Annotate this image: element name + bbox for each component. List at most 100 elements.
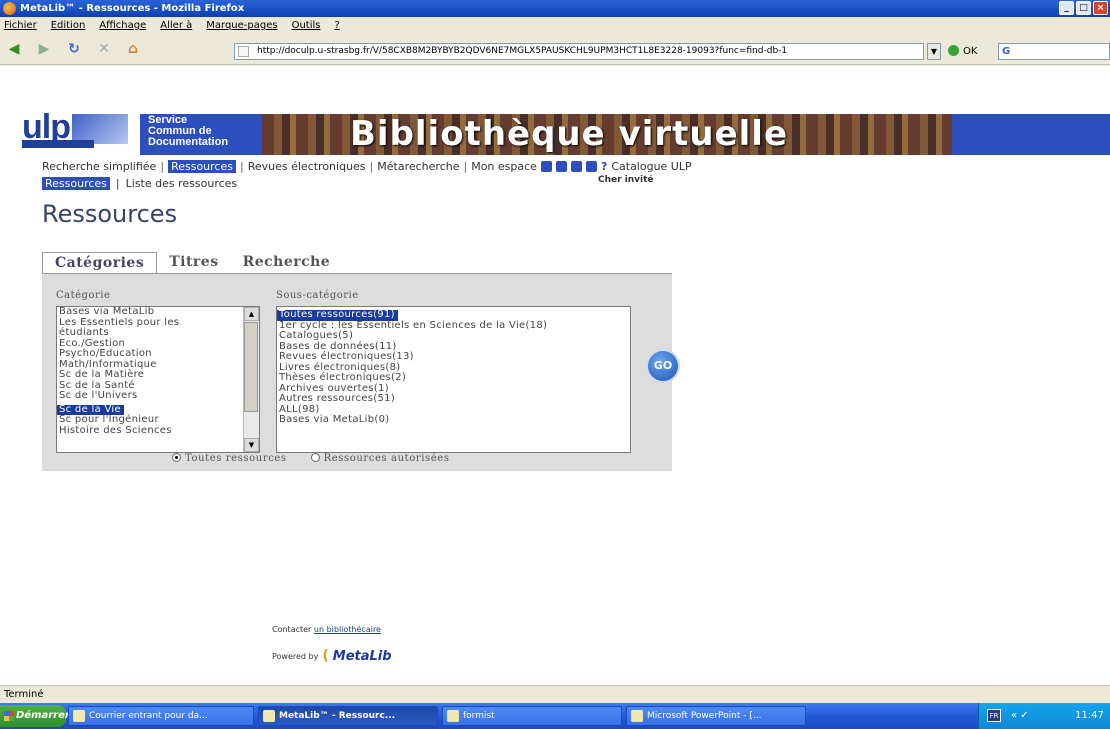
task-label: MetaLib™ - Ressourc... bbox=[279, 711, 396, 721]
radio-authorized-icon[interactable] bbox=[310, 453, 320, 462]
category-label: Catégorie bbox=[56, 290, 111, 301]
top-navigation: Recherche simplifiée | Ressources | Revu… bbox=[42, 160, 692, 173]
close-button[interactable]: × bbox=[1093, 1, 1108, 15]
scroll-down-icon[interactable]: ▼ bbox=[244, 438, 259, 452]
url-dropdown-icon[interactable]: ▼ bbox=[927, 43, 941, 60]
subnav-ressources[interactable]: Ressources bbox=[42, 177, 110, 190]
nav-separator: | bbox=[239, 160, 244, 173]
basket-icon[interactable] bbox=[585, 161, 597, 172]
radio-all-icon[interactable] bbox=[172, 453, 181, 462]
category-option[interactable]: étudiants bbox=[57, 327, 259, 339]
scroll-up-icon[interactable]: ▲ bbox=[244, 307, 259, 321]
tab-categories[interactable]: Catégories bbox=[42, 252, 158, 274]
subcategory-option[interactable]: Revues électroniques(13) bbox=[277, 351, 630, 363]
task-powerpoint[interactable]: Microsoft PowerPoint - [... bbox=[626, 706, 806, 726]
go-label: OK bbox=[963, 46, 978, 57]
mail-icon bbox=[73, 710, 85, 722]
category-option[interactable]: Sc pour l'Ingénieur bbox=[57, 414, 259, 426]
subcategory-option-selected[interactable]: Toutes ressources(91) bbox=[277, 309, 398, 321]
menu-bookmarks[interactable]: Marque-pages bbox=[206, 17, 277, 35]
subcategory-option[interactable]: Bases via MetaLib(0) bbox=[277, 414, 630, 426]
home-icon[interactable]: ⌂ bbox=[122, 38, 144, 60]
start-button[interactable]: Démarrer bbox=[0, 705, 70, 727]
sub-navigation: Ressources | Liste des ressources bbox=[42, 177, 237, 190]
powerpoint-icon bbox=[631, 710, 643, 722]
minimize-button[interactable]: _ bbox=[1059, 1, 1074, 15]
service-commun-label: Service Commun de Documentation bbox=[148, 115, 228, 148]
nav-recherche-simplifiee[interactable]: Recherche simplifiée bbox=[42, 160, 156, 173]
windows-taskbar: Démarrer Courrier entrant pour da... Met… bbox=[0, 703, 1110, 729]
page-content: ulp Service Commun de Documentation Bibl… bbox=[0, 66, 1110, 685]
stop-icon[interactable]: ✕ bbox=[93, 38, 115, 60]
menu-go[interactable]: Aller à bbox=[160, 17, 192, 35]
category-option[interactable]: Sc de l'Univers bbox=[57, 390, 259, 402]
scroll-thumb[interactable] bbox=[244, 322, 258, 412]
powered-by: Powered by ( MetaLib bbox=[272, 648, 392, 664]
metalib-logo[interactable]: MetaLib bbox=[333, 649, 392, 664]
nav-metarecherche[interactable]: Métarecherche bbox=[377, 160, 459, 173]
forward-icon[interactable]: ▶ bbox=[33, 38, 55, 60]
search-input[interactable]: G bbox=[998, 43, 1110, 60]
radio-all-resources[interactable]: Toutes ressources bbox=[172, 453, 287, 464]
subcategory-option[interactable]: Thèses électroniques(2) bbox=[277, 372, 630, 384]
tray-icons[interactable]: « ✓ bbox=[1011, 703, 1029, 729]
subnav-liste-ressources[interactable]: Liste des ressources bbox=[126, 177, 238, 190]
site-title: Bibliothèque virtuelle bbox=[350, 114, 789, 154]
clock: 11:47 bbox=[1075, 710, 1104, 721]
service-line-3: Documentation bbox=[148, 136, 229, 148]
category-option[interactable]: Histoire des Sciences bbox=[57, 425, 259, 437]
contact-librarian-link[interactable]: un bibliothécaire bbox=[314, 625, 381, 634]
lock-icon[interactable] bbox=[570, 161, 582, 172]
subcategory-listbox[interactable]: Toutes ressources(91) 1er cycle : les Es… bbox=[276, 306, 631, 453]
category-option[interactable]: Sc de la Matière bbox=[57, 369, 259, 381]
window-controls: _ □ × bbox=[1059, 1, 1108, 15]
task-firefox[interactable]: MetaLib™ - Ressourc... bbox=[258, 706, 438, 726]
page-title: Ressources bbox=[42, 200, 178, 228]
maximize-button[interactable]: □ bbox=[1076, 1, 1091, 15]
url-text: http://doculp.u-strasbg.fr/V/58CXB8M2BYB… bbox=[257, 46, 788, 56]
go-search-button[interactable]: GO bbox=[648, 351, 678, 381]
globe-icon[interactable] bbox=[540, 161, 552, 172]
tab-recherche[interactable]: Recherche bbox=[231, 252, 343, 274]
menu-file[interactable]: Fichier bbox=[4, 17, 37, 35]
menu-view[interactable]: Affichage bbox=[99, 17, 146, 35]
nav-mon-espace[interactable]: Mon espace bbox=[471, 160, 537, 173]
task-outlook[interactable]: Courrier entrant pour da... bbox=[68, 706, 254, 726]
nav-catalogue-ulp[interactable]: Catalogue ULP bbox=[611, 160, 691, 173]
tab-bar: Catégories Titres Recherche bbox=[42, 252, 342, 274]
page-icon bbox=[238, 46, 249, 57]
help-icon[interactable]: ? bbox=[601, 160, 607, 173]
library-icon[interactable] bbox=[555, 161, 567, 172]
ulp-logo-bar bbox=[22, 140, 94, 148]
back-icon[interactable]: ◀ bbox=[3, 38, 25, 60]
tab-titres[interactable]: Titres bbox=[157, 252, 230, 274]
category-option[interactable]: Bases via MetaLib bbox=[57, 307, 259, 318]
subcategory-label: Sous-catégorie bbox=[276, 290, 359, 301]
language-indicator[interactable]: FR bbox=[987, 709, 1001, 722]
window-titlebar: MetaLib™ - Ressources - Mozilla Firefox … bbox=[0, 0, 1110, 17]
reload-icon[interactable]: ↻ bbox=[63, 38, 85, 60]
task-folder[interactable]: formist bbox=[442, 706, 622, 726]
powered-label: Powered by bbox=[272, 651, 319, 661]
task-label: Microsoft PowerPoint - [... bbox=[647, 711, 762, 721]
nav-ressources[interactable]: Ressources bbox=[168, 160, 236, 173]
category-option[interactable]: Psycho/Education bbox=[57, 348, 259, 360]
resource-filter-radios: Toutes ressources Ressources autorisées bbox=[172, 453, 450, 464]
radio-all-label: Toutes ressources bbox=[185, 453, 287, 464]
url-field[interactable]: http://doculp.u-strasbg.fr/V/58CXB8M2BYB… bbox=[234, 43, 924, 60]
nav-revues-electroniques[interactable]: Revues électroniques bbox=[248, 160, 366, 173]
menu-help[interactable]: ? bbox=[334, 17, 339, 35]
subcategory-option[interactable]: Autres ressources(51) bbox=[277, 393, 630, 405]
status-bar: Terminé bbox=[0, 685, 1110, 703]
metalib-logo-icon: ( bbox=[322, 648, 329, 664]
go-button[interactable]: OK bbox=[948, 43, 990, 60]
radio-authorized-resources[interactable]: Ressources autorisées bbox=[310, 453, 450, 464]
subcategory-option[interactable]: Catalogues(5) bbox=[277, 330, 630, 342]
category-listbox[interactable]: Bases via MetaLib Les Essentiels pour le… bbox=[56, 306, 260, 453]
contact-line: Contacter un bibliothécaire bbox=[272, 625, 381, 634]
contact-prefix: Contacter bbox=[272, 625, 312, 634]
task-label: formist bbox=[463, 711, 495, 721]
menu-tools[interactable]: Outils bbox=[292, 17, 321, 35]
nav-separator: | bbox=[115, 177, 120, 190]
menu-edit[interactable]: Edition bbox=[51, 17, 86, 35]
